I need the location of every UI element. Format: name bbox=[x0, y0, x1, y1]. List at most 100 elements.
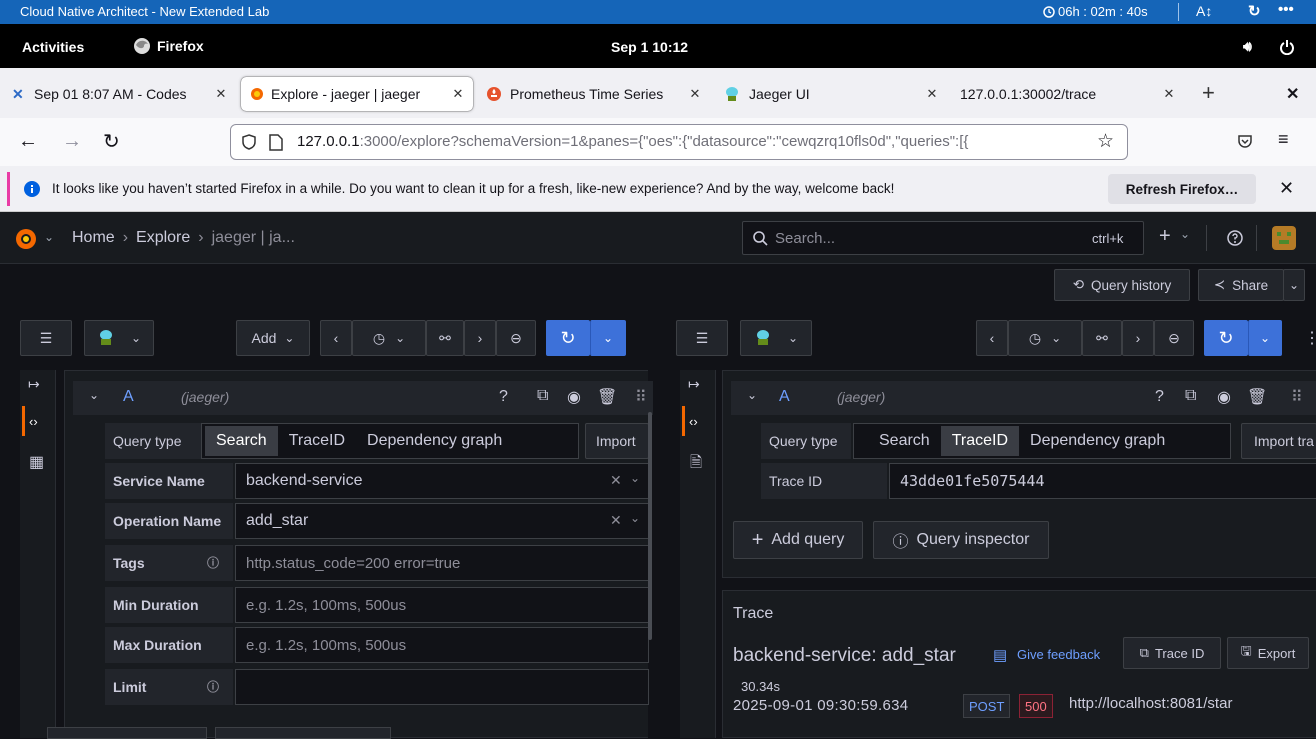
run-query-button[interactable]: ↻ bbox=[1204, 320, 1248, 356]
refresh-icon[interactable]: ↻ bbox=[1248, 2, 1261, 20]
drag-handle-icon[interactable]: ⠿ bbox=[635, 387, 647, 407]
chevron-down-icon[interactable]: ⌄ bbox=[1180, 227, 1190, 241]
list-tabs-close-icon[interactable]: ✕ bbox=[1286, 84, 1299, 104]
time-back-button[interactable]: ‹ bbox=[320, 320, 352, 356]
delete-icon[interactable]: 🗑︎ bbox=[597, 387, 617, 407]
time-picker-button[interactable]: ◷ ⌄ bbox=[352, 320, 426, 356]
time-forward-button[interactable]: › bbox=[464, 320, 496, 356]
new-tab-button[interactable]: + bbox=[1202, 80, 1215, 106]
left-scrollbar[interactable] bbox=[648, 412, 652, 640]
add-button[interactable]: Add ⌄ bbox=[236, 320, 310, 356]
run-query-button[interactable]: ↻ bbox=[546, 320, 590, 356]
expand-sidebar-icon[interactable]: ↦ bbox=[688, 376, 700, 393]
collapse-chevron-icon[interactable]: ⌄ bbox=[89, 388, 99, 402]
import-button[interactable]: Import bbox=[585, 423, 649, 459]
app-menu[interactable]: Firefox bbox=[133, 37, 204, 55]
url-bar[interactable]: 127.0.0.1:3000/explore?schemaVersion=1&p… bbox=[230, 124, 1128, 160]
feedback-icon[interactable]: ▤ bbox=[993, 646, 1007, 664]
share-button[interactable]: ≺ Share bbox=[1198, 269, 1284, 301]
query-type-dependency-graph[interactable]: Dependency graph bbox=[1019, 426, 1176, 456]
help-icon[interactable]: ? bbox=[499, 388, 508, 406]
time-picker-button[interactable]: ◷ ⌄ bbox=[1008, 320, 1082, 356]
chevron-down-icon[interactable]: ⌄ bbox=[630, 511, 640, 525]
volume-icon[interactable]: 🔊︎ bbox=[1243, 38, 1252, 55]
clock[interactable]: Sep 1 10:12 bbox=[611, 39, 688, 55]
queries-tab-icon[interactable]: ‹› bbox=[689, 414, 698, 429]
duplicate-icon[interactable]: ⧉ bbox=[1185, 387, 1196, 405]
expand-sidebar-icon[interactable]: ↦ bbox=[28, 376, 40, 393]
query-inspector-button[interactable]: ⓘ Query inspector bbox=[873, 521, 1049, 559]
eye-icon[interactable]: ◉ bbox=[1217, 387, 1231, 407]
grafana-logo-icon[interactable] bbox=[14, 227, 38, 251]
content-outline-button[interactable]: ☰ bbox=[20, 320, 72, 356]
transformations-grid-icon[interactable]: ▦ bbox=[29, 452, 44, 472]
breadcrumb-home[interactable]: Home bbox=[72, 229, 115, 247]
document-icon[interactable]: 🗎︎ bbox=[690, 452, 702, 477]
datasource-picker[interactable]: ⌄ bbox=[740, 320, 812, 356]
font-size-icon[interactable]: A↕ bbox=[1196, 3, 1212, 19]
query-letter[interactable]: A bbox=[779, 388, 790, 406]
add-query-button-partial[interactable] bbox=[47, 727, 207, 739]
datasource-picker[interactable]: ⌄ bbox=[84, 320, 154, 356]
pane-menu-icon[interactable]: ⋮ bbox=[1304, 328, 1316, 348]
max-duration-input[interactable]: e.g. 1.2s, 100ms, 500us bbox=[235, 627, 649, 663]
activities-button[interactable]: Activities bbox=[22, 39, 84, 55]
limit-input[interactable] bbox=[235, 669, 649, 705]
add-query-button[interactable]: + Add query bbox=[733, 521, 863, 559]
query-inspector-button-partial[interactable] bbox=[215, 727, 391, 739]
breadcrumb-explore[interactable]: Explore bbox=[136, 229, 190, 247]
search-input[interactable]: Search... ctrl+k bbox=[742, 221, 1144, 255]
close-icon[interactable]: ✕ bbox=[1162, 86, 1176, 102]
clear-icon[interactable]: ✕ bbox=[610, 472, 622, 489]
back-button[interactable]: ← bbox=[18, 130, 38, 153]
chevron-down-icon[interactable]: ⌄ bbox=[630, 471, 640, 485]
drag-handle-icon[interactable]: ⠿ bbox=[1291, 387, 1303, 407]
trace-id-button[interactable]: ⧉ Trace ID bbox=[1123, 637, 1221, 669]
help-icon[interactable] bbox=[1227, 230, 1243, 246]
zoom-out-button[interactable]: ⊖ bbox=[496, 320, 536, 356]
share-dropdown-button[interactable]: ⌄ bbox=[1283, 269, 1305, 301]
help-icon[interactable]: ? bbox=[1155, 388, 1164, 406]
query-type-search[interactable]: Search bbox=[205, 426, 278, 456]
zoom-out-button[interactable]: ⊖ bbox=[1154, 320, 1194, 356]
refresh-firefox-button[interactable]: Refresh Firefox… bbox=[1108, 174, 1256, 204]
chevron-down-icon[interactable]: ⌄ bbox=[44, 230, 54, 244]
export-button[interactable]: 🖫︎ Export bbox=[1227, 637, 1309, 669]
avatar[interactable] bbox=[1272, 226, 1296, 250]
menu-icon[interactable]: ≡ bbox=[1278, 129, 1289, 150]
queries-tab-icon[interactable]: ‹› bbox=[29, 414, 38, 429]
delete-icon[interactable]: 🗑︎ bbox=[1247, 387, 1267, 407]
time-back-button[interactable]: ‹ bbox=[976, 320, 1008, 356]
operation-name-select[interactable]: add_star ✕ ⌄ bbox=[235, 503, 649, 539]
refresh-interval-dropdown[interactable]: ⌄ bbox=[1248, 320, 1282, 356]
import-button[interactable]: Import tra bbox=[1241, 423, 1316, 459]
close-icon[interactable]: ✕ bbox=[214, 86, 228, 102]
eye-icon[interactable]: ◉ bbox=[567, 387, 581, 407]
tab-trace[interactable]: 127.0.0.1:30002/trace ✕ bbox=[952, 77, 1184, 111]
bookmark-star-icon[interactable]: ☆ bbox=[1097, 130, 1114, 153]
sync-time-button[interactable]: ⚯ bbox=[426, 320, 464, 356]
tab-prometheus[interactable]: Prometheus Time Series ✕ bbox=[478, 77, 710, 111]
refresh-interval-dropdown[interactable]: ⌄ bbox=[590, 320, 626, 356]
forward-button[interactable]: → bbox=[62, 130, 82, 153]
tab-jaeger-ui[interactable]: Jaeger UI ✕ bbox=[715, 77, 947, 111]
query-type-dependency-graph[interactable]: Dependency graph bbox=[356, 426, 513, 456]
query-history-button[interactable]: ⟲ Query history bbox=[1054, 269, 1190, 301]
close-icon[interactable]: ✕ bbox=[1279, 178, 1294, 199]
tags-input[interactable]: http.status_code=200 error=true bbox=[235, 545, 649, 581]
close-icon[interactable]: ✕ bbox=[451, 86, 465, 102]
trace-id-input[interactable]: 43dde01fe5075444 bbox=[889, 463, 1316, 499]
duplicate-icon[interactable]: ⧉ bbox=[537, 387, 548, 405]
sync-time-button[interactable]: ⚯ bbox=[1082, 320, 1122, 356]
power-icon[interactable] bbox=[1279, 39, 1295, 55]
min-duration-input[interactable]: e.g. 1.2s, 100ms, 500us bbox=[235, 587, 649, 623]
give-feedback-link[interactable]: Give feedback bbox=[1017, 647, 1100, 662]
close-icon[interactable]: ✕ bbox=[688, 86, 702, 102]
more-icon[interactable]: ••• bbox=[1278, 1, 1294, 18]
query-letter[interactable]: A bbox=[123, 388, 134, 406]
time-forward-button[interactable]: › bbox=[1122, 320, 1154, 356]
query-type-traceid[interactable]: TraceID bbox=[940, 426, 1020, 456]
content-outline-button[interactable]: ☰ bbox=[676, 320, 728, 356]
query-type-search[interactable]: Search bbox=[868, 426, 941, 456]
collapse-chevron-icon[interactable]: ⌄ bbox=[747, 388, 757, 402]
